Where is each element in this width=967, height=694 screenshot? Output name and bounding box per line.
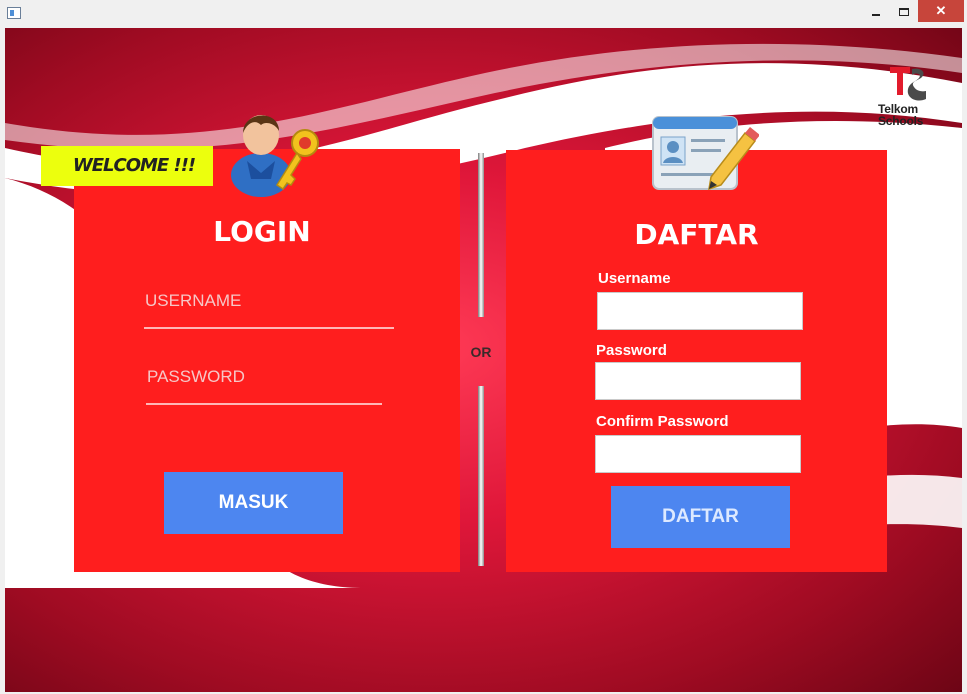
register-confirm-password-input[interactable] [595, 435, 801, 473]
app-window-icon [7, 7, 21, 19]
login-username-field [144, 291, 394, 329]
id-card-pencil-icon [652, 116, 759, 191]
login-password-field [146, 367, 382, 405]
register-username-label: Username [598, 270, 671, 287]
user-key-icon [231, 115, 319, 197]
daftar-button[interactable]: DAFTAR [611, 486, 790, 548]
register-password-label: Password [596, 342, 667, 359]
or-separator-label: OR [470, 344, 492, 360]
maximize-icon [899, 7, 909, 16]
welcome-banner: WELCOME !!! [41, 146, 213, 186]
register-password-input[interactable] [595, 362, 801, 400]
login-title: LOGIN [213, 215, 311, 248]
register-username-input[interactable] [597, 292, 803, 330]
logo-text-schools: Schools [878, 114, 924, 128]
divider-top [478, 153, 484, 317]
register-panel: DAFTAR Username Password Confirm Passwor… [506, 150, 887, 572]
register-confirm-password-label: Confirm Password [596, 413, 729, 430]
telkom-schools-mark-icon [890, 67, 926, 101]
logo-wordmark: Telkom Schools [878, 103, 940, 127]
maximize-button[interactable] [890, 0, 918, 22]
login-password-input[interactable] [146, 367, 382, 405]
telkom-schools-logo: Telkom Schools [878, 65, 940, 129]
login-panel: LOGIN MASUK [74, 149, 460, 572]
window-titlebar: ✕ [0, 0, 967, 28]
login-username-input[interactable] [144, 291, 394, 329]
minimize-button[interactable] [862, 0, 890, 22]
masuk-button[interactable]: MASUK [164, 472, 343, 534]
register-title: DAFTAR [634, 218, 759, 251]
minimize-icon [872, 13, 880, 16]
divider-bottom [478, 386, 484, 566]
close-icon: ✕ [935, 3, 947, 18]
main-background: Telkom Schools LOGIN MASUK WELCOME !!! O… [5, 28, 962, 692]
close-button[interactable]: ✕ [918, 0, 964, 22]
